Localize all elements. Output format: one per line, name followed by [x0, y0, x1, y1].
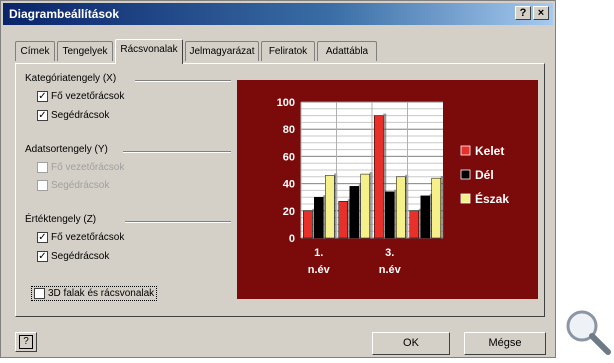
- category-major-checkbox[interactable]: ✓ Fő vezetőrácsok: [37, 91, 124, 102]
- y-tick-label: 80: [283, 124, 295, 136]
- bar: [431, 177, 441, 239]
- series-minor-checkbox[interactable]: Segédrácsok: [37, 180, 109, 191]
- value-minor-checkbox[interactable]: ✓ Segédrácsok: [37, 251, 109, 262]
- help-button[interactable]: ?: [15, 332, 37, 352]
- bar: [338, 201, 348, 239]
- bar: [396, 176, 406, 239]
- title-bar: Diagrambeállítások ? ×: [3, 3, 553, 25]
- checkbox-label: Fő vezetőrácsok: [51, 91, 125, 103]
- bar: [385, 191, 395, 239]
- group-divider: [135, 80, 231, 82]
- tab-data-labels[interactable]: Feliratok: [261, 41, 315, 61]
- legend-label: Dél: [475, 168, 494, 182]
- legend-label: Észak: [475, 191, 509, 206]
- group-divider: [123, 151, 231, 153]
- legend-swatch: [460, 145, 471, 156]
- chart-preview: 0 20 40 60 80 100 1. n.év 3. n.év Kelet Dél Észak: [237, 80, 538, 299]
- category-minor-checkbox[interactable]: ✓ Segédrácsok: [37, 110, 109, 121]
- bar: [420, 195, 430, 239]
- y-tick-label: 20: [283, 206, 295, 218]
- checkbox-label: 3D falak és rácsvonalak: [48, 288, 155, 300]
- bar: [303, 210, 313, 239]
- ok-button[interactable]: OK: [372, 332, 450, 355]
- checkbox-box: [34, 288, 45, 299]
- x-tick-label: 1.: [314, 247, 323, 259]
- x-tick-label: n.év: [379, 264, 402, 276]
- window-title: Diagrambeállítások: [9, 7, 120, 21]
- checkbox-box: [37, 162, 48, 173]
- bar: [314, 196, 324, 239]
- bar: [409, 210, 419, 239]
- y-tick-label: 0: [289, 233, 295, 245]
- y-tick-label: 60: [283, 151, 295, 163]
- series-axis-label: Adatsortengely (Y): [25, 144, 108, 155]
- y-tick-label: 40: [283, 179, 295, 191]
- series-major-checkbox[interactable]: Fő vezetőrácsok: [37, 162, 124, 173]
- close-button[interactable]: ×: [533, 6, 549, 20]
- tab-gridlines[interactable]: Rácsvonalak: [115, 39, 183, 64]
- checkbox-box: ✓: [37, 251, 48, 262]
- tab-titles[interactable]: Címek: [15, 41, 55, 61]
- category-axis-label: Kategóriatengely (X): [25, 73, 117, 84]
- checkbox-label: Segédrácsok: [51, 180, 110, 192]
- checkbox-box: ✓: [37, 110, 48, 121]
- checkbox-box: [37, 180, 48, 191]
- x-tick-label: 3.: [385, 247, 394, 259]
- chart-svg: 0 20 40 60 80 100 1. n.év 3. n.év Kelet Dél Észak: [277, 97, 510, 276]
- chart-options-dialog: Diagrambeállítások ? × Címek Tengelyek R…: [0, 0, 556, 358]
- bar: [325, 175, 335, 239]
- help-icon: ?: [19, 335, 33, 349]
- bar: [360, 173, 370, 239]
- value-major-checkbox[interactable]: ✓ Fő vezetőrácsok: [37, 232, 124, 243]
- group-divider: [125, 221, 231, 223]
- bar: [374, 115, 384, 239]
- legend-label: Kelet: [475, 144, 504, 158]
- x-tick-label: n.év: [308, 264, 331, 276]
- value-axis-label: Értéktengely (Z): [25, 214, 97, 225]
- magnifier-icon: [566, 310, 611, 355]
- checkbox-label: Segédrácsok: [51, 251, 110, 263]
- tab-legend[interactable]: Jelmagyarázat: [185, 41, 259, 61]
- bar-side: [440, 176, 444, 238]
- checkbox-label: Fő vezetőrácsok: [51, 232, 125, 244]
- legend-swatch: [460, 193, 471, 204]
- help-title-button[interactable]: ?: [515, 6, 531, 20]
- 3d-walls-checkbox[interactable]: 3D falak és rácsvonalak: [31, 286, 158, 302]
- bar: [349, 186, 359, 239]
- checkbox-label: Segédrácsok: [51, 110, 110, 122]
- checkbox-box: ✓: [37, 91, 48, 102]
- checkbox-box: ✓: [37, 232, 48, 243]
- checkbox-label: Fő vezetőrácsok: [51, 162, 125, 174]
- tab-data-table[interactable]: Adattábla: [317, 41, 377, 61]
- legend-swatch: [460, 169, 471, 180]
- cancel-button[interactable]: Mégse: [464, 332, 546, 355]
- y-tick-label: 100: [277, 97, 295, 109]
- tab-axes[interactable]: Tengelyek: [57, 41, 113, 61]
